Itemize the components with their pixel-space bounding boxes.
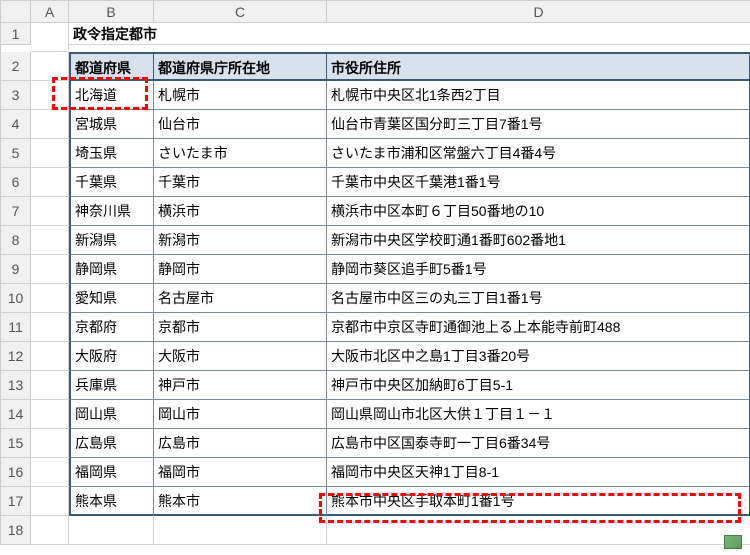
cell-city-17[interactable]: 熊本市 bbox=[154, 487, 327, 516]
cell-city-12[interactable]: 大阪市 bbox=[154, 342, 327, 371]
row-header-16[interactable]: 16 bbox=[1, 458, 31, 487]
cell-address-15[interactable]: 広島市中区国泰寺町一丁目6番34号 bbox=[327, 429, 750, 458]
cell-A11[interactable] bbox=[31, 313, 69, 342]
spreadsheet-grid[interactable]: ABCD 1 政令指定都市 2 都道府県都道府県庁所在地市役所住所 3 北海道札幌市札幌市中… bbox=[0, 0, 750, 545]
corner-cell bbox=[1, 1, 31, 23]
cell-address-9[interactable]: 静岡市葵区追手町5番1号 bbox=[327, 255, 750, 284]
cell-A3[interactable] bbox=[31, 81, 69, 110]
cell-prefecture-6[interactable]: 千葉県 bbox=[69, 168, 154, 197]
cell-address-3[interactable]: 札幌市中央区北1条西2丁目 bbox=[327, 81, 750, 110]
cell-A4[interactable] bbox=[31, 110, 69, 139]
cell-prefecture-11[interactable]: 京都府 bbox=[69, 313, 154, 342]
row-header-4[interactable]: 4 bbox=[1, 110, 31, 139]
cell-A15[interactable] bbox=[31, 429, 69, 458]
col-header-A[interactable]: A bbox=[31, 1, 69, 23]
cell-A13[interactable] bbox=[31, 371, 69, 400]
row-header-2[interactable]: 2 bbox=[1, 52, 31, 81]
cell-prefecture-7[interactable]: 神奈川県 bbox=[69, 197, 154, 226]
cell-city-15[interactable]: 広島市 bbox=[154, 429, 327, 458]
cell-address-16[interactable]: 福岡市中央区天神1丁目8-1 bbox=[327, 458, 750, 487]
row-header-14[interactable]: 14 bbox=[1, 400, 31, 429]
col-header-C[interactable]: C bbox=[154, 1, 327, 23]
cell-address-8[interactable]: 新潟市中央区学校町通1番町602番地1 bbox=[327, 226, 750, 255]
cell-address-6[interactable]: 千葉市中央区千葉港1番1号 bbox=[327, 168, 750, 197]
row-header-10[interactable]: 10 bbox=[1, 284, 31, 313]
cell-prefecture-13[interactable]: 兵庫県 bbox=[69, 371, 154, 400]
cell-A5[interactable] bbox=[31, 139, 69, 168]
col-header-B[interactable]: B bbox=[69, 1, 154, 23]
cell-prefecture-17[interactable]: 熊本県 bbox=[69, 487, 154, 516]
row-header-18[interactable]: 18 bbox=[1, 516, 31, 545]
row-header-3[interactable]: 3 bbox=[1, 81, 31, 110]
cell-A16[interactable] bbox=[31, 458, 69, 487]
cell-city-14[interactable]: 岡山市 bbox=[154, 400, 327, 429]
cell-A14[interactable] bbox=[31, 400, 69, 429]
cell-prefecture-3[interactable]: 北海道 bbox=[69, 81, 154, 110]
cell-city-6[interactable]: 千葉市 bbox=[154, 168, 327, 197]
row-header-15[interactable]: 15 bbox=[1, 429, 31, 458]
cell-prefecture-5[interactable]: 埼玉県 bbox=[69, 139, 154, 168]
cell-A8[interactable] bbox=[31, 226, 69, 255]
row-header-12[interactable]: 12 bbox=[1, 342, 31, 371]
cell-A17[interactable] bbox=[31, 487, 69, 516]
row-header-9[interactable]: 9 bbox=[1, 255, 31, 284]
cell-A9[interactable] bbox=[31, 255, 69, 284]
cell-city-16[interactable]: 福岡市 bbox=[154, 458, 327, 487]
cell-prefecture-16[interactable]: 福岡県 bbox=[69, 458, 154, 487]
cell-address-5[interactable]: さいたま市浦和区常盤六丁目4番4号 bbox=[327, 139, 750, 168]
row-header-13[interactable]: 13 bbox=[1, 371, 31, 400]
cell-address-12[interactable]: 大阪市北区中之島1丁目3番20号 bbox=[327, 342, 750, 371]
cell-city-7[interactable]: 横浜市 bbox=[154, 197, 327, 226]
cell-city-3[interactable]: 札幌市 bbox=[154, 81, 327, 110]
cell-A6[interactable] bbox=[31, 168, 69, 197]
cell-prefecture-4[interactable]: 宮城県 bbox=[69, 110, 154, 139]
cell-prefecture-10[interactable]: 愛知県 bbox=[69, 284, 154, 313]
cell-prefecture-9[interactable]: 静岡県 bbox=[69, 255, 154, 284]
cell-A2[interactable] bbox=[31, 52, 69, 81]
cell-city-5[interactable]: さいたま市 bbox=[154, 139, 327, 168]
cell-C18[interactable] bbox=[154, 516, 327, 545]
row-header-6[interactable]: 6 bbox=[1, 168, 31, 197]
cell-A1[interactable] bbox=[31, 23, 69, 52]
cell-city-13[interactable]: 神戸市 bbox=[154, 371, 327, 400]
row-header-11[interactable]: 11 bbox=[1, 313, 31, 342]
cell-city-9[interactable]: 静岡市 bbox=[154, 255, 327, 284]
cell-city-11[interactable]: 京都市 bbox=[154, 313, 327, 342]
title-cell[interactable]: 政令指定都市 bbox=[69, 23, 750, 45]
header-prefecture[interactable]: 都道府県 bbox=[69, 52, 154, 81]
status-indicator bbox=[724, 535, 742, 549]
cell-address-11[interactable]: 京都市中京区寺町通御池上る上本能寺前町488 bbox=[327, 313, 750, 342]
cell-city-10[interactable]: 名古屋市 bbox=[154, 284, 327, 313]
header-capital[interactable]: 都道府県庁所在地 bbox=[154, 52, 327, 81]
header-address[interactable]: 市役所住所 bbox=[327, 52, 750, 81]
col-header-D[interactable]: D bbox=[327, 1, 750, 23]
row-header-7[interactable]: 7 bbox=[1, 197, 31, 226]
cell-prefecture-8[interactable]: 新潟県 bbox=[69, 226, 154, 255]
row-header-5[interactable]: 5 bbox=[1, 139, 31, 168]
cell-address-13[interactable]: 神戸市中央区加納町6丁目5-1 bbox=[327, 371, 750, 400]
row-header-1[interactable]: 1 bbox=[1, 23, 31, 45]
cell-A7[interactable] bbox=[31, 197, 69, 226]
cell-address-17[interactable]: 熊本市中央区手取本町1番1号 bbox=[327, 487, 750, 516]
row-header-8[interactable]: 8 bbox=[1, 226, 31, 255]
cell-address-10[interactable]: 名古屋市中区三の丸三丁目1番1号 bbox=[327, 284, 750, 313]
cell-D18[interactable] bbox=[327, 516, 750, 545]
cell-address-7[interactable]: 横浜市中区本町６丁目50番地の10 bbox=[327, 197, 750, 226]
cell-address-4[interactable]: 仙台市青葉区国分町三丁目7番1号 bbox=[327, 110, 750, 139]
cell-A12[interactable] bbox=[31, 342, 69, 371]
cell-prefecture-15[interactable]: 広島県 bbox=[69, 429, 154, 458]
cell-city-8[interactable]: 新潟市 bbox=[154, 226, 327, 255]
cell-address-14[interactable]: 岡山県岡山市北区大供１丁目１－１ bbox=[327, 400, 750, 429]
cell-A18[interactable] bbox=[31, 516, 69, 545]
row-header-17[interactable]: 17 bbox=[1, 487, 31, 516]
cell-A10[interactable] bbox=[31, 284, 69, 313]
cell-B18[interactable] bbox=[69, 516, 154, 545]
cell-prefecture-14[interactable]: 岡山県 bbox=[69, 400, 154, 429]
cell-prefecture-12[interactable]: 大阪府 bbox=[69, 342, 154, 371]
cell-city-4[interactable]: 仙台市 bbox=[154, 110, 327, 139]
